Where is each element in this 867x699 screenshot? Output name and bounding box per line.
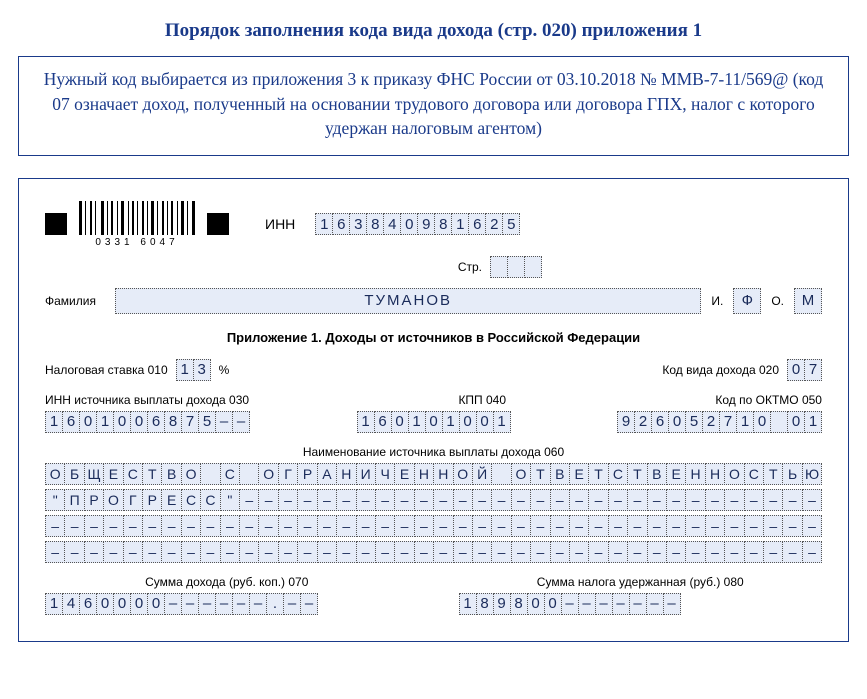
page-title: Порядок заполнения кода вида дохода (стр… [18, 20, 849, 42]
surname-row: Фамилия ТУМАНОВ И. Ф О. М [45, 288, 822, 314]
tax-withheld-label: Сумма налога удержанная (руб.) 080 [459, 575, 823, 589]
income-code-label: Код вида дохода 020 [662, 363, 779, 377]
row-030-050-labels: ИНН источника выплаты дохода 030 КПП 040… [45, 393, 822, 407]
initial-o-field: М [794, 288, 822, 314]
barcode-block: 0331 6047 [79, 201, 195, 248]
income-code-field: 07 [787, 359, 822, 381]
barcode-numbers: 0331 6047 [95, 237, 178, 248]
kpp-label: КПП 040 [458, 393, 506, 407]
section-heading: Приложение 1. Доходы от источников в Рос… [45, 330, 822, 345]
source-name-line2: "ПРОГРЕСС"–––––––––––––––––––––––––––––– [45, 489, 822, 511]
explanation-note: Нужный код выбирается из приложения 3 к … [18, 56, 849, 156]
rate-field: 13 [176, 359, 211, 381]
surname-label: Фамилия [45, 294, 105, 308]
page-label: Стр. [458, 260, 482, 274]
source-inn-label: ИНН источника выплаты дохода 030 [45, 393, 249, 407]
initial-o-label: О. [771, 294, 784, 308]
oktmo-field: 92605271001 [617, 411, 822, 433]
row-010-020: Налоговая ставка 010 13 % Код вида доход… [45, 359, 822, 381]
oktmo-label: Код по ОКТМО 050 [715, 393, 822, 407]
page-number-row: Стр. [45, 256, 822, 278]
barcode-icon [79, 201, 195, 235]
page-field [490, 256, 542, 278]
source-name-line3: –––––––––––––––––––––––––––––––––––––––– [45, 515, 822, 537]
kpp-field: 160101001 [357, 411, 511, 433]
surname-field: ТУМАНОВ [115, 288, 701, 314]
source-inn-field: 1601006875–– [45, 411, 250, 433]
initial-i-label: И. [711, 294, 723, 308]
source-name-line1: ОБЩЕСТВОСОГРАНИЧЕННОЙОТВЕТСТВЕННОСТЬЮ [45, 463, 822, 485]
inn-field: 163840981625 [315, 213, 520, 235]
tax-withheld-field: 189800––––––– [459, 593, 681, 615]
tax-form: 0331 6047 ИНН 163840981625 Стр. Фамилия … [18, 178, 849, 642]
marker-left [45, 213, 67, 235]
rate-percent: % [219, 363, 230, 377]
initial-i-field: Ф [733, 288, 761, 314]
row-030-050-fields: 1601006875–– 160101001 92605271001 [45, 411, 822, 433]
marker-right [207, 213, 229, 235]
inn-label: ИНН [265, 216, 295, 232]
row-070-080: Сумма дохода (руб. коп.) 070 1460000––––… [45, 575, 822, 615]
source-name-label: Наименование источника выплаты дохода 06… [45, 445, 822, 459]
form-header-row: 0331 6047 ИНН 163840981625 [45, 201, 822, 248]
income-sum-label: Сумма дохода (руб. коп.) 070 [45, 575, 409, 589]
source-name-line4: –––––––––––––––––––––––––––––––––––––––– [45, 541, 822, 563]
income-sum-field: 1460000––––––.–– [45, 593, 318, 615]
rate-label: Налоговая ставка 010 [45, 363, 168, 377]
